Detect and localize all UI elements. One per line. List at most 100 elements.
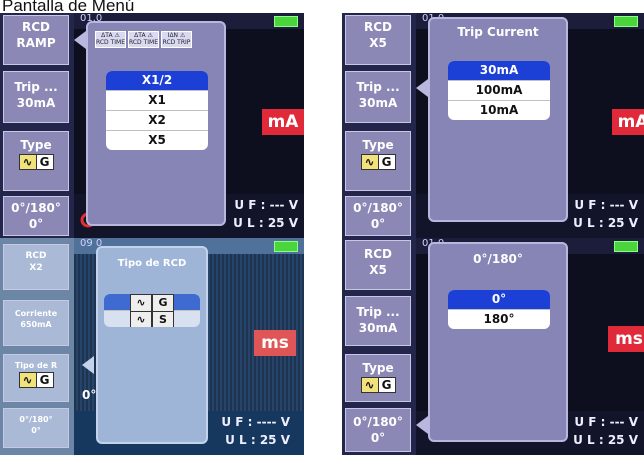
- sidebar-label: 0°/180°: [353, 201, 403, 215]
- option-100ma[interactable]: 100mA: [448, 81, 550, 101]
- phase-popup: 0°/180° 0° 180°: [428, 242, 568, 442]
- uf-value: U F : --- V: [234, 198, 298, 212]
- sidebar-label: Trip ...: [356, 80, 400, 94]
- type-selector: ∿ G: [360, 377, 396, 393]
- sidebar-button-phase[interactable]: 0°/180° 0°: [345, 196, 411, 236]
- sidebar-label: 0°/180°: [19, 415, 53, 424]
- option-180-deg[interactable]: 180°: [448, 310, 550, 329]
- sidebar-button-rcd[interactable]: RCD X5: [345, 240, 411, 290]
- popup-title: Tipo de RCD: [117, 258, 187, 269]
- type-selector: ∿ G: [18, 372, 54, 388]
- sidebar-label: RCD: [363, 20, 392, 34]
- sidebar-button-trip[interactable]: Trip ... 30mA: [345, 71, 411, 123]
- sidebar-button-phase[interactable]: 0°/180° 0°: [3, 196, 69, 236]
- rcd-time-icon[interactable]: ΔTA ⚠ RCD TIME: [95, 31, 126, 48]
- option-10ma[interactable]: 10mA: [448, 101, 550, 120]
- unit-badge: mA: [612, 109, 644, 135]
- wave-icon: ∿: [130, 294, 152, 312]
- popup-pointer: [74, 31, 86, 49]
- multiplier-popup: ΔTA ⚠ RCD TIMEΔTA ⚠ RCD TIMEIΔN ⚠ RCD TR…: [86, 21, 226, 226]
- option-0-deg[interactable]: 0°: [448, 290, 550, 310]
- option-list: ∿ G ∿ S: [104, 294, 200, 327]
- screen-panel-1: RCD RAMP Trip ... 30mA Type ∿ G 0°/180° 0…: [0, 13, 304, 238]
- type-letter: G: [152, 294, 174, 312]
- uf-value: U F : --- V: [574, 198, 638, 212]
- sidebar-value: X5: [369, 263, 387, 277]
- sidebar: RCD X5 Trip ... 30mA Type ∿ G 0°/180° 0°: [342, 238, 416, 455]
- ul-value: U L : 25 V: [233, 216, 298, 230]
- type-letter: G: [378, 378, 395, 392]
- popup-title: 0°/180°: [473, 252, 523, 266]
- option-x1[interactable]: X1: [106, 91, 208, 111]
- type-selector: ∿ G: [360, 154, 396, 170]
- sidebar-button-phase[interactable]: 0°/180° 0°: [3, 408, 69, 448]
- rcd-time-icon[interactable]: ΔTA ⚠ RCD TIME: [128, 31, 159, 48]
- type-letter: G: [36, 155, 53, 169]
- sidebar-button-trip[interactable]: Trip ... 30mA: [345, 296, 411, 346]
- sidebar-label: Trip ...: [356, 305, 400, 319]
- sidebar-value: 0°: [31, 426, 41, 435]
- screen-panel-3: RCD X2 Corriente 650mA Tipo de R ∿ G 0°/1…: [0, 238, 304, 455]
- sidebar-button-rcd[interactable]: RCD X5: [345, 15, 411, 65]
- sidebar-button-type[interactable]: Type ∿ G: [345, 354, 411, 402]
- sidebar-label: RCD: [21, 20, 50, 34]
- option-x5[interactable]: X5: [106, 131, 208, 150]
- option-list: 30mA 100mA 10mA: [448, 61, 550, 120]
- sidebar-value: 650mA: [20, 320, 52, 329]
- sidebar-label: Type: [362, 138, 394, 152]
- unit-badge: mA: [262, 109, 304, 135]
- rcd-trip-icon[interactable]: IΔN ⚠ RCD TRIP: [161, 31, 192, 48]
- sidebar-value: X2: [29, 263, 43, 273]
- option-list: 0° 180°: [448, 290, 550, 329]
- sidebar: RCD RAMP Trip ... 30mA Type ∿ G 0°/180° 0…: [0, 13, 74, 238]
- option-type-s[interactable]: ∿ S: [104, 311, 200, 327]
- sidebar-label: RCD: [363, 247, 392, 261]
- sidebar-value: X5: [369, 36, 387, 50]
- uf-value: U F : --- V: [574, 415, 638, 429]
- type-letter: G: [36, 373, 53, 387]
- option-type-g[interactable]: ∿ G: [104, 294, 200, 312]
- sidebar-label: Corriente: [14, 309, 58, 318]
- screen-panel-2: RCD X5 Trip ... 30mA Type ∿ G 0°/180° 0° …: [342, 13, 644, 238]
- sidebar: RCD X5 Trip ... 30mA Type ∿ G 0°/180° 0°: [342, 13, 416, 238]
- sidebar-label: Tipo de R: [14, 361, 58, 370]
- wave-icon: ∿: [361, 155, 379, 169]
- popup-title: Trip Current: [457, 25, 539, 39]
- option-x-half[interactable]: X1/2: [106, 71, 208, 91]
- battery-icon: [274, 241, 298, 252]
- type-selector: ∿ G: [18, 154, 54, 170]
- uf-value: U F : ---- V: [221, 415, 290, 429]
- sidebar-button-type[interactable]: Type ∿ G: [345, 131, 411, 191]
- sidebar-value: 0°: [28, 217, 44, 231]
- sidebar-value: 30mA: [16, 96, 56, 110]
- unit-badge: ms: [254, 330, 296, 356]
- sidebar-value: 30mA: [358, 96, 398, 110]
- trip-current-popup: Trip Current 30mA 100mA 10mA: [428, 17, 568, 222]
- ul-value: U L : 25 V: [573, 216, 638, 230]
- wave-icon: ∿: [130, 311, 152, 327]
- popup-pointer: [416, 79, 428, 97]
- sidebar-value: 30mA: [358, 321, 398, 335]
- wave-icon: ∿: [361, 378, 379, 392]
- screen-panel-4: RCD X5 Trip ... 30mA Type ∿ G 0°/180° 0° …: [342, 238, 644, 455]
- sidebar-label: Type: [20, 138, 52, 152]
- sidebar-button-trip[interactable]: Trip ... 30mA: [3, 71, 69, 123]
- ul-value: U L : 25 V: [225, 433, 290, 447]
- sidebar-button-type[interactable]: Tipo de R ∿ G: [3, 354, 69, 402]
- sidebar-button-type[interactable]: Type ∿ G: [3, 131, 69, 191]
- sidebar-label: 0°/180°: [11, 201, 61, 215]
- sidebar-label: RCD: [25, 251, 47, 261]
- sidebar-label: 0°/180°: [353, 415, 403, 429]
- sidebar-button-phase[interactable]: 0°/180° 0°: [345, 408, 411, 452]
- option-30ma[interactable]: 30mA: [448, 61, 550, 81]
- sidebar-button-rcd[interactable]: RCD RAMP: [3, 15, 69, 65]
- battery-icon: [274, 16, 298, 27]
- sidebar-button-rcd[interactable]: RCD X2: [3, 244, 69, 290]
- side-text: 0°: [82, 388, 97, 402]
- sidebar-value: 0°: [370, 431, 386, 445]
- sidebar-button-current[interactable]: Corriente 650mA: [3, 300, 69, 346]
- option-x2[interactable]: X2: [106, 111, 208, 131]
- rcd-type-popup: Tipo de RCD ∿ G ∿ S: [96, 246, 208, 444]
- sidebar-value: 0°: [370, 217, 386, 231]
- popup-pointer: [82, 356, 94, 374]
